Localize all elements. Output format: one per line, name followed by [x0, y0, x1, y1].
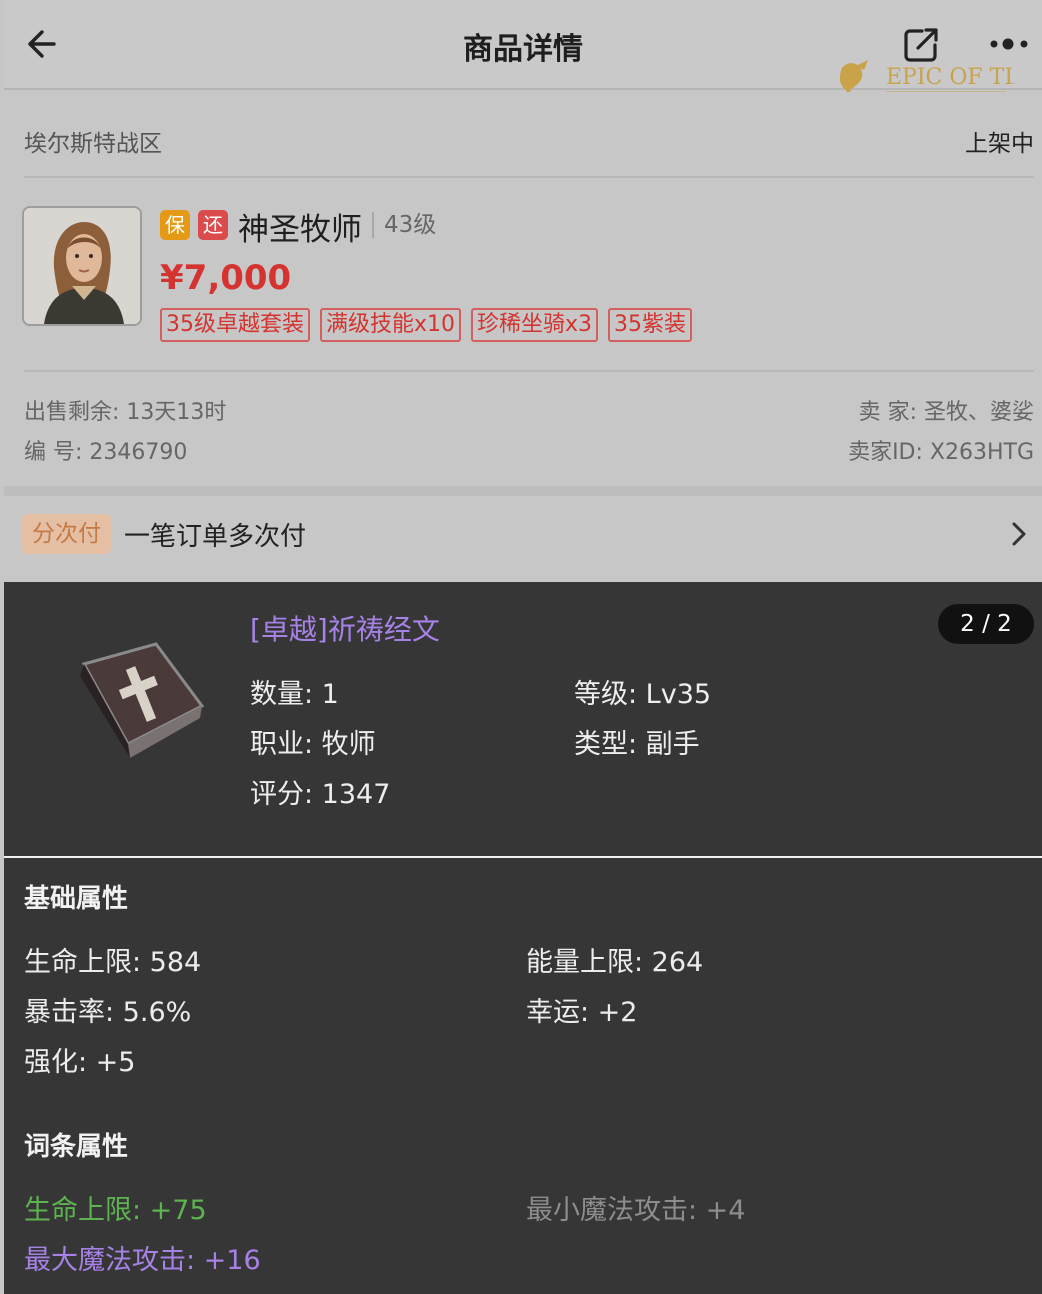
- attr-enhance: 强化: +5: [24, 1047, 136, 1078]
- price: ¥7,000: [160, 258, 292, 298]
- more-options-icon[interactable]: [988, 34, 1034, 54]
- tag-item: 珍稀坐骑x3: [471, 308, 599, 342]
- tag-item: 35级卓越套装: [160, 308, 310, 342]
- listing-status: 上架中: [965, 131, 1034, 157]
- affix-hp: 生命上限: +75: [24, 1195, 207, 1226]
- logo-text: EPIC OF TIA: [886, 65, 1014, 90]
- item-type: 类型: 副手: [574, 729, 700, 760]
- character-level: 43级: [372, 212, 436, 238]
- time-remaining: 出售剩余: 13天13时: [24, 400, 227, 425]
- page-indicator: 2 / 2: [938, 604, 1034, 644]
- item-job: 职业: 牧师: [250, 729, 376, 760]
- listing-number: 编 号: 2346790: [24, 440, 188, 465]
- seller-id: 卖家ID: X263HTG: [848, 440, 1034, 465]
- item-name: [卓越]祈祷经文: [250, 613, 440, 646]
- feature-tags: 35级卓越套装 满级技能x10 珍稀坐骑x3 35紫装: [160, 308, 693, 342]
- return-badge: 还: [198, 210, 228, 240]
- item-quantity: 数量: 1: [250, 679, 339, 710]
- affix-attributes-title: 词条属性: [24, 1132, 129, 1162]
- affix-min-magic: 最小魔法攻击: +4: [526, 1195, 746, 1226]
- attr-luck: 幸运: +2: [526, 997, 638, 1028]
- divider: [24, 176, 1034, 178]
- section-gap: [4, 486, 1042, 496]
- tag-item: 35紫装: [608, 308, 693, 342]
- priest-portrait-icon: [24, 208, 140, 324]
- attr-crit: 暴击率: 5.6%: [24, 997, 192, 1028]
- attr-hp: 生命上限: 584: [24, 947, 202, 978]
- attributes-panel: 基础属性 生命上限: 584 能量上限: 264 暴击率: 5.6% 幸运: +…: [4, 858, 1042, 1294]
- attr-energy: 能量上限: 264: [526, 947, 704, 978]
- seller-name: 卖 家: 圣牧、婆娑: [858, 400, 1034, 425]
- server-zone: 埃尔斯特战区: [24, 131, 162, 157]
- item-level: 等级: Lv35: [574, 679, 712, 710]
- installment-badge: 分次付: [22, 514, 111, 554]
- listing-info: 埃尔斯特战区 上架中 保 还 神圣牧师 43级 ¥7,000 35级卓越套装 满…: [4, 92, 1042, 484]
- top-bar: 商品详情 EPIC OF TIA: [4, 0, 1042, 102]
- item-detail-panel: [卓越]祈祷经文 2 / 2 数量: 1 等级: Lv35 职业: 牧师 类型:…: [4, 582, 1042, 856]
- tag-item: 满级技能x10: [320, 308, 462, 342]
- divider: [24, 370, 1034, 372]
- base-attributes-title: 基础属性: [24, 884, 129, 914]
- page: 商品详情 EPIC OF TIA 埃尔斯特战区 上架中: [4, 0, 1042, 1294]
- affix-max-magic: 最大魔法攻击: +16: [24, 1245, 261, 1276]
- chevron-right-icon: [1012, 522, 1026, 546]
- prayer-book-icon: [80, 642, 204, 758]
- character-avatar[interactable]: [22, 206, 142, 326]
- installment-row[interactable]: 分次付 一笔订单多次付: [4, 496, 1042, 572]
- character-class: 神圣牧师: [238, 212, 362, 248]
- guarantee-badge: 保: [160, 210, 190, 240]
- item-score: 评分: 1347: [250, 779, 391, 810]
- installment-text: 一笔订单多次付: [124, 522, 307, 552]
